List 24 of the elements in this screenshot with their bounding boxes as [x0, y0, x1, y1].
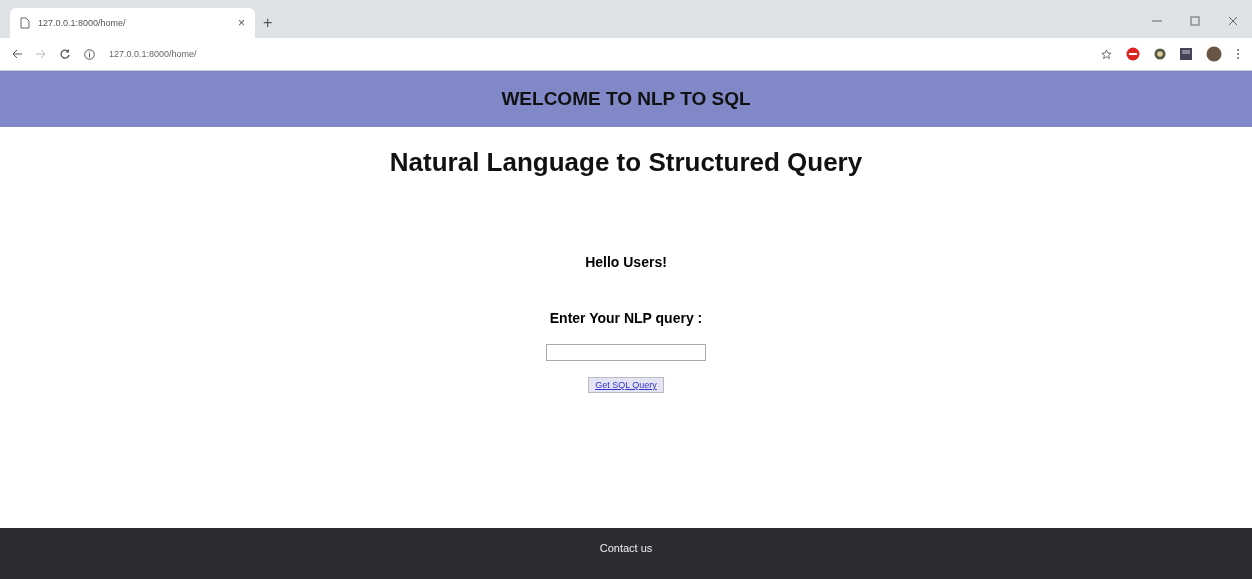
- header-title: WELCOME TO NLP TO SQL: [501, 88, 751, 110]
- query-input-field[interactable]: [546, 344, 706, 361]
- greeting-text: Hello Users!: [585, 254, 667, 270]
- get-sql-query-button[interactable]: Get SQL Query: [588, 377, 664, 393]
- tab-title: 127.0.0.1:8000/home/: [38, 18, 127, 28]
- close-icon[interactable]: [1228, 16, 1238, 26]
- info-icon[interactable]: [84, 48, 95, 60]
- back-icon[interactable]: [12, 49, 22, 59]
- stop-sign-icon[interactable]: [1126, 47, 1140, 61]
- query-label: Enter Your NLP query :: [549, 310, 703, 326]
- reload-icon[interactable]: [60, 49, 70, 59]
- image-icon[interactable]: [1180, 48, 1192, 60]
- avatar-icon[interactable]: [1206, 46, 1222, 62]
- star-icon[interactable]: [1101, 48, 1112, 60]
- menu-icon[interactable]: [1236, 48, 1240, 60]
- page-icon: [20, 17, 30, 29]
- browser-tab[interactable]: 127.0.0.1:8000/home/ ×: [10, 8, 255, 38]
- contact-link[interactable]: Contact us: [599, 542, 653, 554]
- new-tab-button[interactable]: +: [263, 14, 273, 32]
- page-heading: Natural Language to Structured Query: [389, 147, 863, 178]
- address-field[interactable]: 127.0.0.1:8000/home/: [109, 49, 197, 59]
- coin-icon[interactable]: [1154, 48, 1166, 60]
- restore-icon[interactable]: [1190, 16, 1200, 26]
- close-tab-button[interactable]: ×: [238, 16, 245, 30]
